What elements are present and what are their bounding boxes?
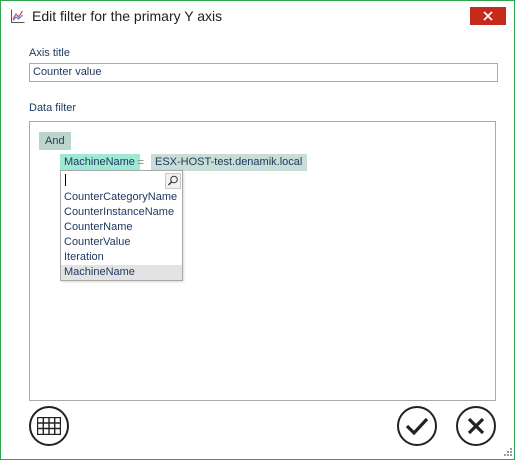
field-search-input[interactable] bbox=[63, 173, 166, 188]
table-button[interactable] bbox=[29, 406, 69, 446]
chart-icon bbox=[11, 9, 25, 23]
axis-title-input[interactable] bbox=[29, 63, 498, 82]
search-icon bbox=[168, 175, 178, 186]
search-button[interactable] bbox=[165, 173, 181, 189]
x-icon bbox=[467, 417, 485, 435]
close-button[interactable] bbox=[470, 7, 506, 25]
window-title: Edit filter for the primary Y axis bbox=[32, 8, 223, 24]
field-dropdown: CounterCategoryName CounterInstanceName … bbox=[60, 170, 183, 281]
field-option[interactable]: CounterName bbox=[61, 220, 182, 235]
close-icon bbox=[483, 11, 493, 21]
filter-editor[interactable]: And MachineName = ESX-HOST-test.denamik.… bbox=[29, 121, 496, 401]
table-grid-icon bbox=[37, 417, 61, 435]
field-option[interactable]: CounterCategoryName bbox=[61, 190, 182, 205]
cancel-button[interactable] bbox=[456, 406, 496, 446]
field-list: CounterCategoryName CounterInstanceName … bbox=[61, 190, 182, 280]
condition-value-node[interactable]: ESX-HOST-test.denamik.local bbox=[151, 154, 308, 171]
field-option-selected[interactable]: MachineName bbox=[61, 265, 182, 280]
field-option[interactable]: CounterValue bbox=[61, 235, 182, 250]
ok-button[interactable] bbox=[397, 406, 437, 446]
condition-operator-node[interactable]: = bbox=[137, 154, 144, 171]
dialog-window: Edit filter for the primary Y axis Axis … bbox=[0, 0, 515, 460]
group-operator-node[interactable]: And bbox=[39, 132, 71, 150]
condition-field-node[interactable]: MachineName bbox=[60, 154, 140, 171]
text-caret bbox=[65, 174, 66, 186]
data-filter-label: Data filter bbox=[29, 102, 77, 114]
field-option[interactable]: Iteration bbox=[61, 250, 182, 265]
resize-grip-icon[interactable] bbox=[503, 447, 513, 457]
field-option[interactable]: CounterInstanceName bbox=[61, 205, 182, 220]
axis-title-label: Axis title bbox=[29, 47, 70, 59]
checkmark-icon bbox=[405, 417, 429, 436]
title-bar[interactable]: Edit filter for the primary Y axis bbox=[1, 1, 514, 31]
